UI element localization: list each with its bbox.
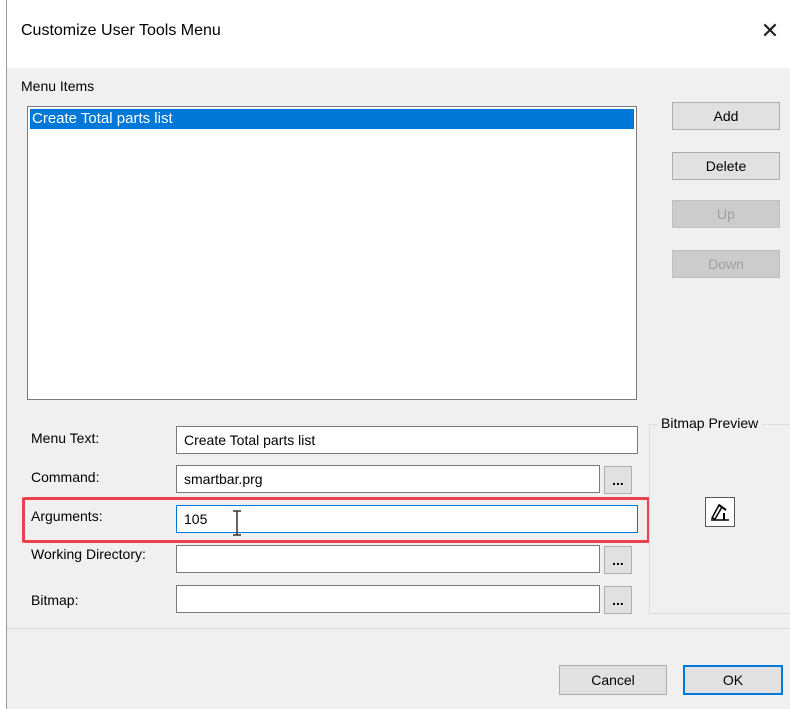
menu-text-field[interactable]: Create Total parts list <box>176 426 638 454</box>
menu-items-list[interactable]: Create Total parts list <box>27 106 637 400</box>
bitmap-preview-button[interactable] <box>705 497 735 527</box>
command-label: Command: <box>31 469 100 485</box>
customize-user-tools-dialog: Customize User Tools Menu ✕ Menu Items C… <box>6 0 790 709</box>
footer-separator <box>7 628 790 629</box>
bitmap-label: Bitmap: <box>31 592 79 608</box>
working-directory-browse-button[interactable]: ... <box>604 546 632 574</box>
arguments-highlight <box>22 497 650 543</box>
down-button[interactable]: Down <box>672 250 780 278</box>
list-item[interactable]: Create Total parts list <box>30 109 634 129</box>
close-icon: ✕ <box>760 18 780 43</box>
dialog-title: Customize User Tools Menu <box>21 22 221 39</box>
menu-text-label: Menu Text: <box>31 430 100 446</box>
cancel-button[interactable]: Cancel <box>559 665 667 695</box>
close-button[interactable]: ✕ <box>753 14 787 48</box>
bitmap-preview-title: Bitmap Preview <box>657 415 763 431</box>
command-browse-button[interactable]: ... <box>604 466 632 494</box>
working-directory-field[interactable] <box>176 545 600 573</box>
add-button[interactable]: Add <box>672 102 780 130</box>
ok-button[interactable]: OK <box>683 665 783 695</box>
title-bar: Customize User Tools Menu ✕ <box>7 0 790 68</box>
bitmap-browse-button[interactable]: ... <box>604 586 632 614</box>
up-button[interactable]: Up <box>672 200 780 228</box>
working-directory-label: Working Directory: <box>31 546 146 562</box>
delete-button[interactable]: Delete <box>672 152 780 180</box>
command-field[interactable]: smartbar.prg <box>176 465 600 493</box>
hammer-icon <box>710 503 729 521</box>
menu-items-label: Menu Items <box>21 78 95 94</box>
bitmap-field[interactable] <box>176 585 600 613</box>
